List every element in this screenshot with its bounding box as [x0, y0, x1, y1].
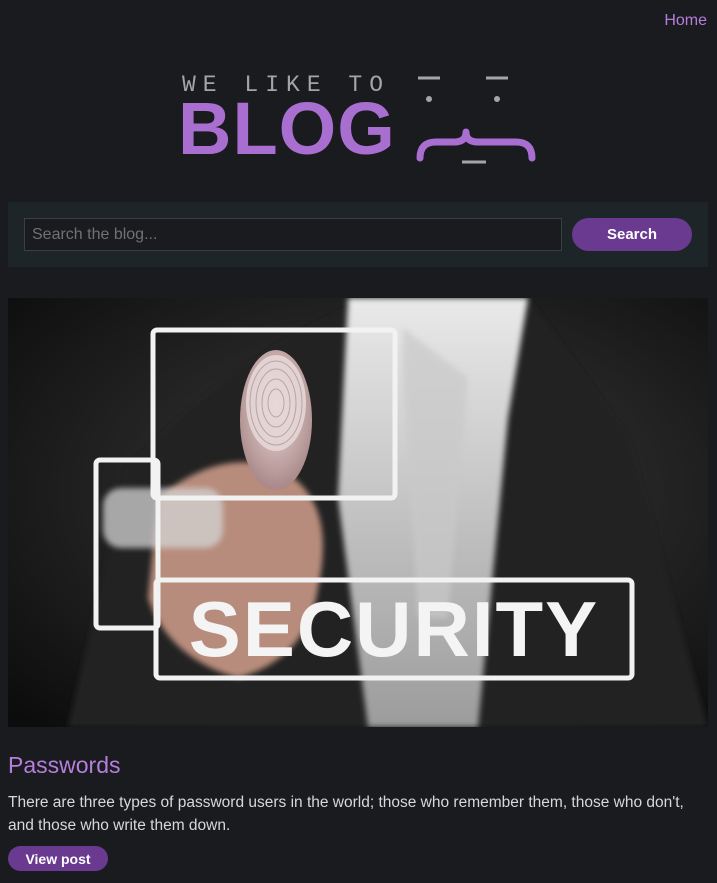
image-caption: SECURITY	[189, 585, 599, 673]
site-logo[interactable]: WE LIKE TO BLOG	[178, 68, 540, 178]
face-icon	[416, 76, 536, 164]
home-link[interactable]: Home	[664, 12, 707, 29]
security-thumbs-up-image: SECURITY	[8, 298, 708, 727]
top-nav: Home	[664, 12, 707, 30]
post-summary: There are three types of password users …	[8, 794, 684, 834]
search-panel: Search	[8, 202, 708, 267]
logo-wordmark: BLOG	[178, 87, 396, 170]
post-image[interactable]: SECURITY	[8, 298, 708, 727]
view-post-button[interactable]: View post	[8, 846, 108, 871]
search-button[interactable]: Search	[572, 218, 692, 251]
post-title[interactable]: Passwords	[8, 752, 120, 779]
search-input[interactable]	[24, 218, 562, 251]
